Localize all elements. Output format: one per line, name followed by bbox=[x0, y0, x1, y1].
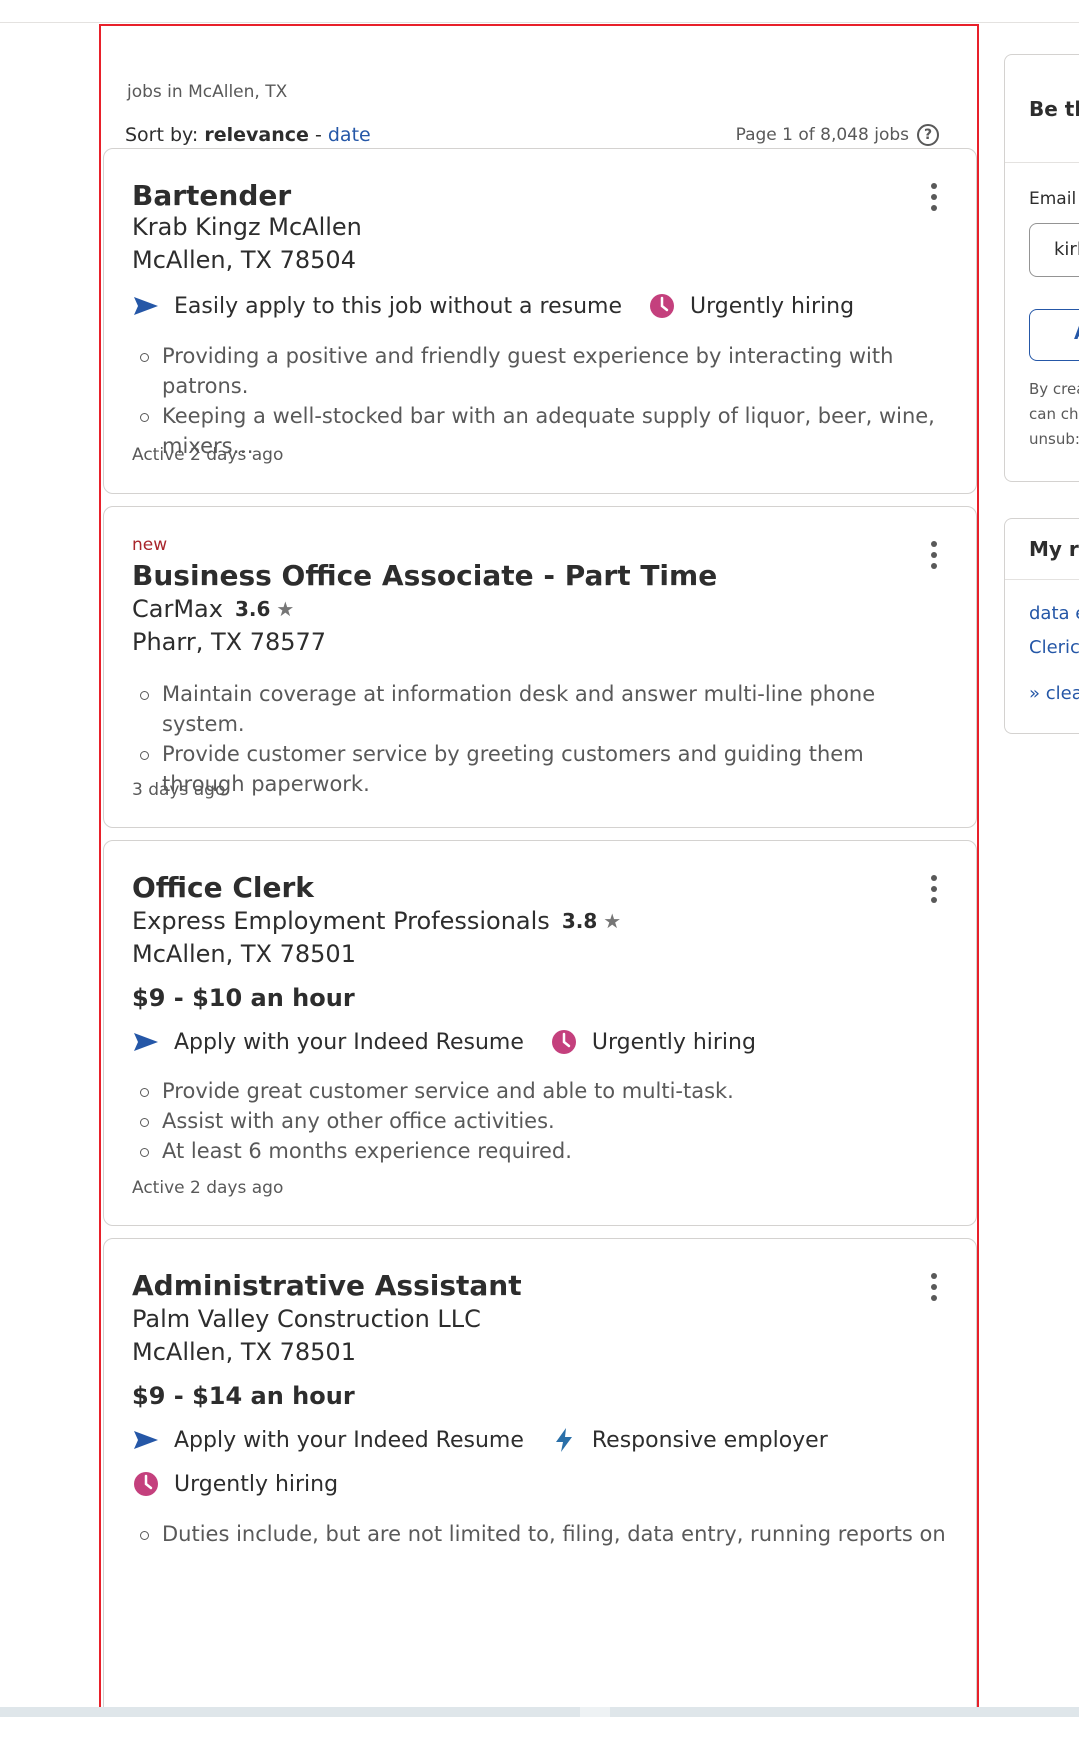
job-title[interactable]: Business Office Associate - Part Time bbox=[132, 559, 717, 592]
urgent-attribute: Urgently hiring bbox=[648, 292, 854, 320]
job-location: McAllen, TX 78501 bbox=[132, 940, 356, 968]
sort-date-link[interactable]: date bbox=[328, 124, 371, 146]
sort-separator: - bbox=[314, 124, 322, 146]
results-subtitle: jobs in McAllen, TX bbox=[127, 82, 288, 102]
snippet-item: At least 6 months experience required. bbox=[140, 1136, 952, 1166]
snippet-item: Provide great customer service and able … bbox=[140, 1076, 952, 1106]
snippet-item: Provide customer service by greeting cus… bbox=[140, 739, 952, 799]
job-title[interactable]: Bartender bbox=[132, 179, 291, 212]
recent-searches-heading: My re bbox=[1029, 537, 1079, 561]
clock-icon bbox=[550, 1028, 578, 1056]
company-rating[interactable]: 3.8 ★ bbox=[562, 909, 621, 933]
sort-label: Sort by: bbox=[125, 124, 199, 146]
send-arrow-icon bbox=[132, 1028, 160, 1056]
page-count: Page 1 of 8,048 jobs ? bbox=[736, 124, 939, 146]
job-attributes: Apply with your Indeed Resume Urgently h… bbox=[132, 1028, 782, 1056]
legal-text: By crea can ch unsub: bbox=[1029, 380, 1079, 448]
send-arrow-icon bbox=[132, 292, 160, 320]
posted-date: Active 2 days ago bbox=[132, 445, 284, 465]
job-location: McAllen, TX 78504 bbox=[132, 246, 356, 274]
job-attributes-row2: Urgently hiring bbox=[132, 1470, 364, 1498]
company-name: Krab Kingz McAllen bbox=[132, 213, 362, 241]
company-name: Palm Valley Construction LLC bbox=[132, 1305, 481, 1333]
job-title[interactable]: Administrative Assistant bbox=[132, 1269, 522, 1302]
job-snippet: Duties include, but are not limited to, … bbox=[132, 1519, 952, 1549]
indeed-resume-attribute: Apply with your Indeed Resume bbox=[132, 1028, 524, 1056]
horizontal-scrollbar[interactable] bbox=[0, 1707, 1079, 1717]
posted-date: 3 days ago bbox=[132, 780, 226, 800]
job-alert-panel: Be th Email kirl A By crea can ch unsub: bbox=[1004, 54, 1079, 482]
easy-apply-attribute: Easily apply to this job without a resum… bbox=[132, 292, 622, 320]
job-location: McAllen, TX 78501 bbox=[132, 1338, 356, 1366]
star-icon: ★ bbox=[603, 909, 622, 933]
job-results-panel: jobs in McAllen, TX Sort by: relevance -… bbox=[99, 24, 979, 1714]
clear-searches-link[interactable]: » clear bbox=[1029, 683, 1079, 704]
company-name: CarMax 3.6 ★ bbox=[132, 595, 295, 623]
job-card[interactable]: Bartender Krab Kingz McAllen McAllen, TX… bbox=[103, 148, 977, 494]
more-options-icon[interactable] bbox=[930, 875, 938, 903]
scrollbar-thumb[interactable] bbox=[580, 1707, 610, 1717]
lightning-bolt-icon bbox=[550, 1426, 578, 1454]
job-attributes: Easily apply to this job without a resum… bbox=[132, 292, 880, 320]
clock-icon bbox=[648, 292, 676, 320]
panel-divider bbox=[1005, 162, 1079, 163]
clock-icon bbox=[132, 1470, 160, 1498]
job-salary: $9 - $14 an hour bbox=[132, 1382, 355, 1410]
sort-bar: Sort by: relevance - date bbox=[125, 124, 371, 146]
job-attributes: Apply with your Indeed Resume Responsive… bbox=[132, 1426, 854, 1454]
job-card[interactable]: Administrative Assistant Palm Valley Con… bbox=[103, 1238, 977, 1712]
posted-date: Active 2 days ago bbox=[132, 1178, 284, 1198]
help-icon[interactable]: ? bbox=[917, 124, 939, 146]
snippet-item: Duties include, but are not limited to, … bbox=[140, 1519, 952, 1549]
top-divider bbox=[0, 22, 1079, 23]
recent-searches-panel: My re data e Cleric » clear bbox=[1004, 518, 1079, 734]
snippet-item: Providing a positive and friendly guest … bbox=[140, 341, 952, 401]
activate-alert-button[interactable]: A bbox=[1029, 309, 1079, 361]
urgent-attribute: Urgently hiring bbox=[550, 1028, 756, 1056]
recent-search-link[interactable]: data e bbox=[1029, 603, 1079, 624]
job-snippet: Providing a positive and friendly guest … bbox=[132, 341, 952, 461]
send-arrow-icon bbox=[132, 1426, 160, 1454]
more-options-icon[interactable] bbox=[930, 1273, 938, 1301]
star-icon: ★ bbox=[276, 597, 295, 621]
sort-relevance: relevance bbox=[204, 124, 309, 146]
job-salary: $9 - $10 an hour bbox=[132, 984, 355, 1012]
job-title[interactable]: Office Clerk bbox=[132, 871, 314, 904]
new-badge: new bbox=[132, 535, 168, 555]
snippet-item: Maintain coverage at information desk an… bbox=[140, 679, 952, 739]
job-location: Pharr, TX 78577 bbox=[132, 628, 327, 656]
job-alert-heading: Be th bbox=[1029, 97, 1079, 121]
responsive-employer-attribute: Responsive employer bbox=[550, 1426, 828, 1454]
urgent-attribute: Urgently hiring bbox=[132, 1470, 338, 1498]
recent-search-link[interactable]: Cleric bbox=[1029, 637, 1079, 658]
more-options-icon[interactable] bbox=[930, 183, 938, 211]
more-options-icon[interactable] bbox=[930, 541, 938, 569]
email-input[interactable]: kirl bbox=[1029, 223, 1079, 277]
job-card[interactable]: new Business Office Associate - Part Tim… bbox=[103, 506, 977, 828]
job-snippet: Maintain coverage at information desk an… bbox=[132, 679, 952, 799]
snippet-item: Assist with any other office activities. bbox=[140, 1106, 952, 1136]
job-snippet: Provide great customer service and able … bbox=[132, 1076, 952, 1166]
company-rating[interactable]: 3.6 ★ bbox=[235, 597, 294, 621]
email-label: Email bbox=[1029, 189, 1077, 209]
job-card[interactable]: Office Clerk Express Employment Professi… bbox=[103, 840, 977, 1226]
company-name: Express Employment Professionals 3.8 ★ bbox=[132, 907, 622, 935]
indeed-resume-attribute: Apply with your Indeed Resume bbox=[132, 1426, 524, 1454]
page-count-text: Page 1 of 8,048 jobs bbox=[735, 125, 909, 145]
panel-divider bbox=[1005, 579, 1079, 580]
